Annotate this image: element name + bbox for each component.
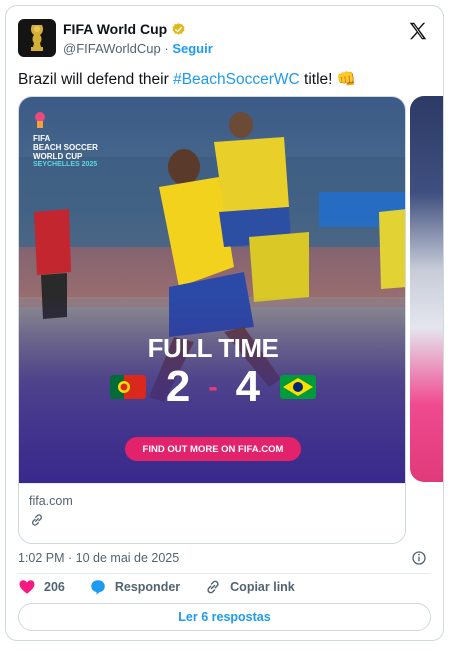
info-icon[interactable] (411, 550, 427, 566)
copy-link-label: Copiar link (230, 580, 295, 594)
account-name[interactable]: FIFA World Cup (63, 21, 167, 38)
reply-button[interactable]: Responder (89, 578, 180, 596)
logo-line-2: BEACH SOCCER (33, 143, 98, 152)
tweet-text-before: Brazil will defend their (18, 71, 174, 88)
link-icon (207, 580, 219, 594)
like-button[interactable]: 206 (18, 578, 65, 596)
tweet-embed-card: FIFA World Cup @FIFAWorldCup · Seguir Br… (5, 5, 444, 641)
home-score: 2 (165, 362, 191, 411)
link-domain[interactable]: fifa.com (29, 494, 73, 508)
tournament-emblem-icon (35, 112, 45, 128)
heart-icon (19, 580, 35, 594)
x-logo-icon[interactable] (407, 20, 429, 42)
like-count: 206 (44, 580, 65, 594)
read-replies-button[interactable]: Ler 6 respostas (18, 603, 431, 631)
divider (18, 573, 431, 574)
reply-bubble-icon (91, 580, 105, 595)
match-photo[interactable]: FIFA BEACH SOCCER WORLD CUP SEYCHELLES 2… (19, 97, 405, 483)
score-separator: - (208, 371, 218, 402)
tweet-timestamp[interactable]: 1:02 PM · 10 de mai de 2025 (18, 551, 179, 565)
world-cup-trophy-icon (30, 25, 44, 51)
match-status: FULL TIME (147, 333, 279, 363)
logo-line-4: SEYCHELLES 2025 (33, 161, 98, 168)
copy-link-button[interactable]: Copiar link (204, 578, 295, 596)
tweet-text-after: title! (299, 71, 337, 88)
verified-badge-icon (172, 22, 185, 35)
away-score: 4 (235, 362, 261, 411)
tournament-logo: FIFA BEACH SOCCER WORLD CUP SEYCHELLES 2… (33, 111, 133, 169)
avatar[interactable] (18, 19, 56, 57)
fifa-cta-button[interactable]: FIND OUT MORE ON FIFA.COM (125, 437, 301, 461)
tweet-header: FIFA World Cup @FIFAWorldCup · Seguir (18, 18, 431, 60)
media-card[interactable]: FIFA BEACH SOCCER WORLD CUP SEYCHELLES 2… (18, 96, 406, 544)
link-icon (32, 514, 42, 526)
hashtag-link[interactable]: #BeachSoccerWC (173, 71, 300, 88)
action-bar: 206 Responder Copiar link (18, 577, 431, 597)
portugal-flag-icon (109, 375, 146, 399)
brazil-flag-icon (280, 375, 317, 399)
tweet-text: Brazil will defend their #BeachSoccerWC … (18, 70, 356, 90)
next-media-card-peek[interactable] (410, 96, 443, 482)
link-preview-footer[interactable]: fifa.com (19, 483, 405, 543)
logo-line-1: FIFA (33, 134, 51, 143)
fist-emoji: 👊 (336, 71, 357, 88)
handle-separator: · (164, 41, 169, 56)
logo-line-3: WORLD CUP (33, 152, 83, 161)
scoreline: 2 - 4 (19, 362, 405, 411)
account-handle[interactable]: @FIFAWorldCup (63, 41, 161, 56)
follow-button[interactable]: Seguir (172, 41, 212, 56)
reply-label: Responder (114, 580, 181, 594)
